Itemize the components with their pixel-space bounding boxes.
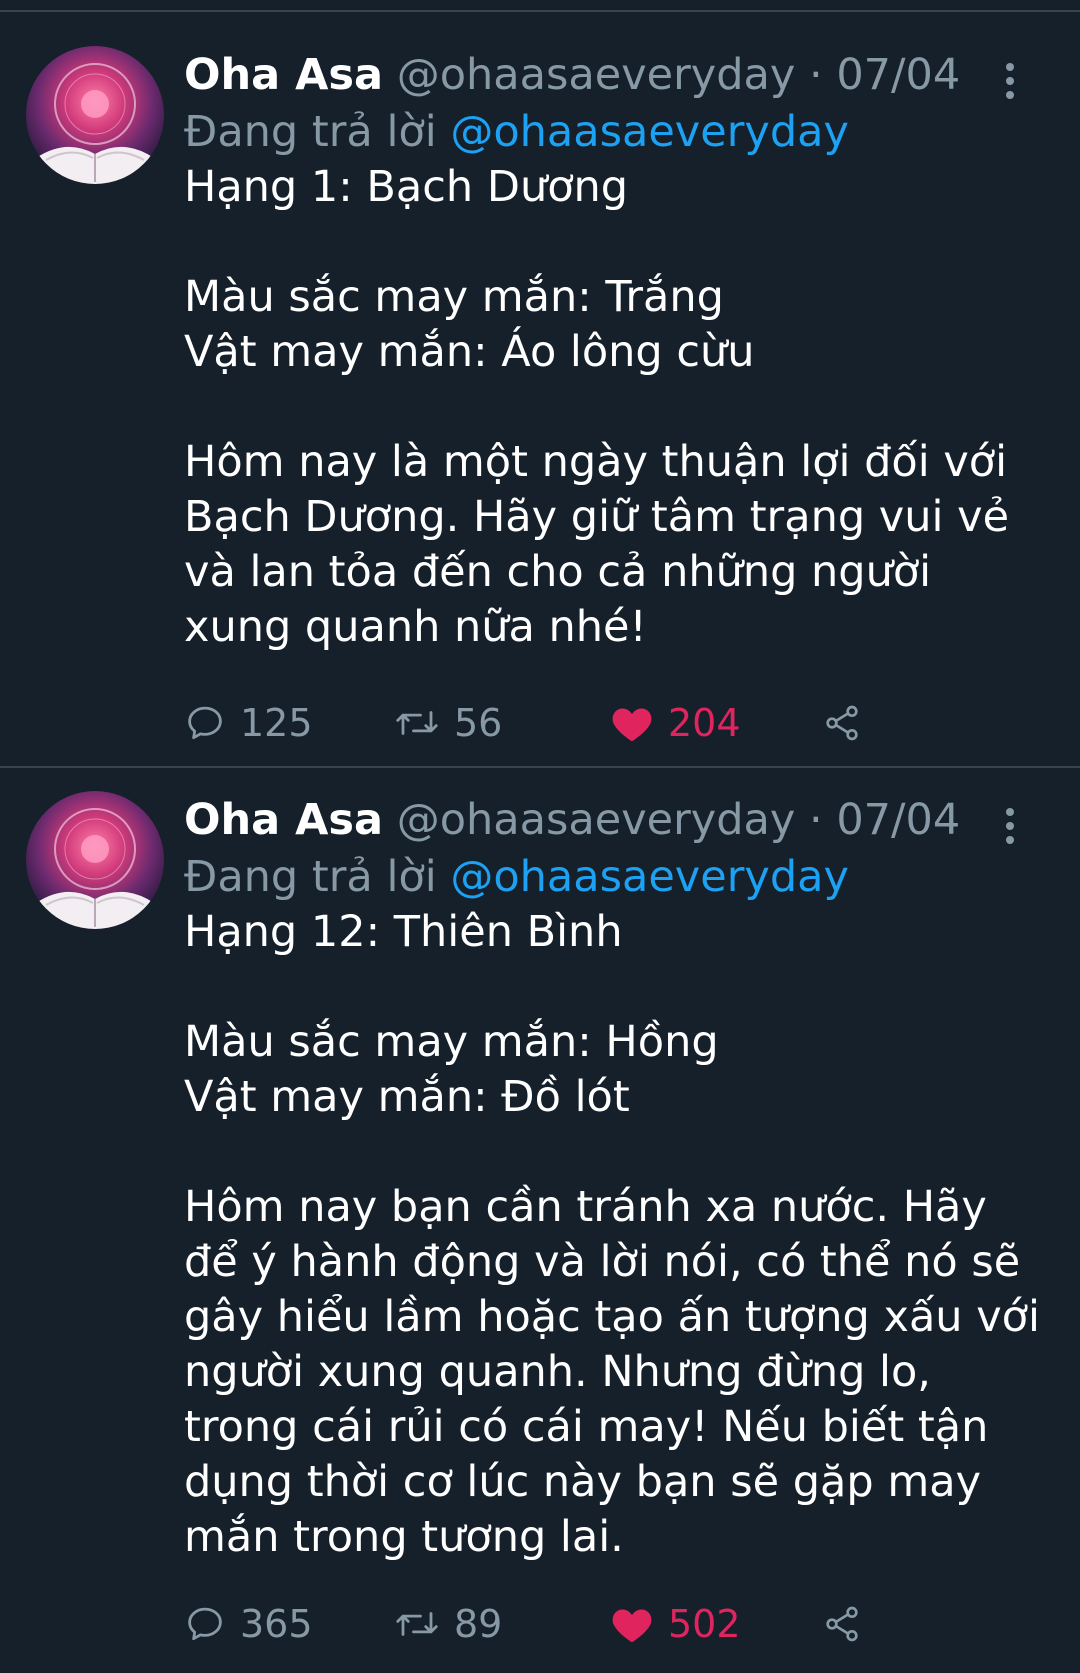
reply-button[interactable]: 125 <box>184 695 313 751</box>
tweet[interactable]: Oha Asa @ohaasaeveryday · 07/04 Đang trả… <box>0 12 1080 766</box>
zodiac-book-avatar-icon <box>26 791 164 929</box>
replying-to-link[interactable]: @ohaasaeveryday <box>450 852 849 902</box>
tweet-text: Hạng 12: Thiên Bình Màu sắc may mắn: Hồn… <box>184 907 1040 1562</box>
replying-to-line: Đang trả lời @ohaasaeveryday <box>184 849 849 905</box>
retweet-icon <box>396 1612 438 1636</box>
like-count: 502 <box>668 1602 741 1646</box>
tweet-date[interactable]: 07/04 <box>836 795 960 845</box>
replying-to-link[interactable]: @ohaasaeveryday <box>450 107 849 157</box>
retweet-count: 56 <box>454 701 503 745</box>
author-name[interactable]: Oha Asa <box>184 795 383 845</box>
tweet[interactable]: Oha Asa @ohaasaeveryday · 07/04 Đang trả… <box>0 768 1080 1673</box>
header-separator: · <box>808 795 823 845</box>
tweet-date[interactable]: 07/04 <box>836 50 960 100</box>
author-handle[interactable]: @ohaasaeveryday <box>397 50 796 100</box>
share-icon <box>826 705 858 741</box>
more-vertical-icon[interactable] <box>996 802 1024 850</box>
tweet-actions: 365 89 502 <box>184 1596 884 1652</box>
like-button[interactable]: 204 <box>610 695 741 751</box>
share-icon <box>826 1606 858 1642</box>
share-button[interactable] <box>822 695 876 751</box>
share-button[interactable] <box>822 1596 876 1652</box>
author-name[interactable]: Oha Asa <box>184 50 383 100</box>
reply-bubble-icon <box>188 1607 222 1641</box>
reply-count: 365 <box>240 1602 313 1646</box>
zodiac-book-avatar-icon <box>26 46 164 184</box>
retweet-count: 89 <box>454 1602 503 1646</box>
tweet-actions: 125 56 204 <box>184 695 884 751</box>
more-vertical-icon[interactable] <box>996 57 1024 105</box>
replying-label: Đang trả lời <box>184 107 437 157</box>
avatar[interactable] <box>26 46 164 184</box>
reply-bubble-icon <box>188 706 222 740</box>
tweet-header: Oha Asa @ohaasaeveryday · 07/04 <box>184 792 990 848</box>
header-separator: · <box>808 50 823 100</box>
avatar[interactable] <box>26 791 164 929</box>
replying-label: Đang trả lời <box>184 852 437 902</box>
heart-icon <box>612 1609 652 1643</box>
like-button[interactable]: 502 <box>610 1596 741 1652</box>
author-handle[interactable]: @ohaasaeveryday <box>397 795 796 845</box>
retweet-button[interactable]: 89 <box>394 1596 502 1652</box>
like-count: 204 <box>668 701 741 745</box>
retweet-button[interactable]: 56 <box>394 695 502 751</box>
tweet-text: Hạng 1: Bạch Dương Màu sắc may mắn: Trắn… <box>184 162 1010 652</box>
reply-count: 125 <box>240 701 313 745</box>
retweet-icon <box>396 711 438 735</box>
replying-to-line: Đang trả lời @ohaasaeveryday <box>184 104 849 160</box>
reply-button[interactable]: 365 <box>184 1596 313 1652</box>
heart-icon <box>612 708 652 742</box>
tweet-header: Oha Asa @ohaasaeveryday · 07/04 <box>184 47 990 103</box>
